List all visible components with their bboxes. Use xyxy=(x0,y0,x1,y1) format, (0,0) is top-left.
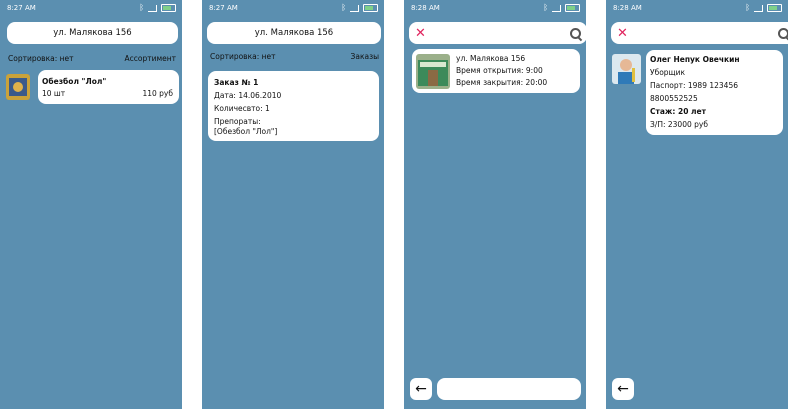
avatar xyxy=(612,54,641,84)
product-qty: 10 шт xyxy=(42,89,66,98)
orders-link[interactable]: Заказы xyxy=(351,52,379,61)
signal-icon xyxy=(552,4,561,12)
back-arrow-icon: ← xyxy=(617,381,629,397)
pharmacy-address: ул. Малякова 156 xyxy=(456,54,526,63)
signal-icon xyxy=(148,4,157,12)
pharmacy-card[interactable]: ул. Малякова 156 Время открытия: 9:00 Вр… xyxy=(412,49,580,93)
screen-employees: 8:28 AM ᛒ ✕ Олег Непук Овечкин Уборщик П… xyxy=(606,0,788,409)
status-bar: 8:27 AM ᛒ xyxy=(202,4,384,16)
pharmacy-image xyxy=(416,54,450,89)
bluetooth-icon: ᛒ xyxy=(139,3,144,12)
battery-icon xyxy=(363,4,378,12)
battery-icon xyxy=(565,4,580,12)
employee-name: Олег Непук Овечкин xyxy=(650,55,740,64)
order-title: Заказ № 1 xyxy=(214,78,259,87)
status-bar: 8:28 AM ᛒ xyxy=(404,4,586,16)
battery-icon xyxy=(767,4,782,12)
bluetooth-icon: ᛒ xyxy=(745,3,750,12)
status-time: 8:27 AM xyxy=(7,4,36,12)
store-title[interactable]: ул. Малякова 156 xyxy=(7,22,178,44)
employee-role: Уборщик xyxy=(650,68,686,77)
status-bar: 8:28 AM ᛒ xyxy=(606,4,788,16)
order-card[interactable]: Заказ № 1 Дата: 14.06.2010 Количесвто: 1… xyxy=(208,71,379,141)
back-button[interactable]: ← xyxy=(612,378,634,400)
bluetooth-icon: ᛒ xyxy=(341,3,346,12)
product-card[interactable]: Обезбол "Лол" 10 шт 110 руб xyxy=(38,70,179,104)
pharmacy-open: Время открытия: 9:00 xyxy=(456,66,543,75)
product-thumbnail xyxy=(6,74,30,100)
close-icon[interactable]: ✕ xyxy=(617,27,628,40)
order-drugs: [Обезбол "Лол"] xyxy=(214,127,278,136)
product-price: 110 руб xyxy=(142,89,173,98)
employee-phone: 8800552525 xyxy=(650,94,698,103)
search-bar[interactable]: ✕ xyxy=(409,22,586,44)
sort-label[interactable]: Сортировка: нет xyxy=(210,52,276,61)
employee-avatar xyxy=(612,54,641,84)
pharmacy-photo xyxy=(416,54,450,89)
bottom-input[interactable] xyxy=(437,378,581,400)
signal-icon xyxy=(350,4,359,12)
pharmacy-close: Время закрытия: 20:00 xyxy=(456,78,548,87)
store-title[interactable]: ул. Малякова 156 xyxy=(207,22,381,44)
status-bar: 8:27 AM ᛒ xyxy=(0,4,182,16)
back-arrow-icon: ← xyxy=(415,381,427,397)
status-time: 8:27 AM xyxy=(209,4,238,12)
status-time: 8:28 AM xyxy=(411,4,440,12)
product-image xyxy=(6,74,30,100)
search-bar[interactable]: ✕ xyxy=(611,22,788,44)
assortment-link[interactable]: Ассортимент xyxy=(124,54,176,63)
sort-label[interactable]: Сортировка: нет xyxy=(8,54,74,63)
employee-experience: Стаж: 20 лет xyxy=(650,107,706,116)
product-name: Обезбол "Лол" xyxy=(42,77,107,86)
order-count: Количесвто: 1 xyxy=(214,104,270,113)
employee-passport: Паспорт: 1989 123456 xyxy=(650,81,738,90)
order-date: Дата: 14.06.2010 xyxy=(214,91,282,100)
search-icon[interactable] xyxy=(570,27,583,41)
employee-card[interactable]: Олег Непук Овечкин Уборщик Паспорт: 1989… xyxy=(646,50,783,135)
close-icon[interactable]: ✕ xyxy=(415,27,426,40)
back-button[interactable]: ← xyxy=(410,378,432,400)
battery-icon xyxy=(161,4,176,12)
screen-pharmacies: 8:28 AM ᛒ ✕ ул. Малякова 156 Время откры… xyxy=(404,0,586,409)
screen-orders: 8:27 AM ᛒ ул. Малякова 156 Сортировка: н… xyxy=(202,0,384,409)
screen-assortment: 8:27 AM ᛒ ул. Малякова 156 Сортировка: н… xyxy=(0,0,182,409)
signal-icon xyxy=(754,4,763,12)
bluetooth-icon: ᛒ xyxy=(543,3,548,12)
search-icon[interactable] xyxy=(778,27,788,41)
employee-salary: З/П: 23000 руб xyxy=(650,120,708,129)
status-time: 8:28 AM xyxy=(613,4,642,12)
